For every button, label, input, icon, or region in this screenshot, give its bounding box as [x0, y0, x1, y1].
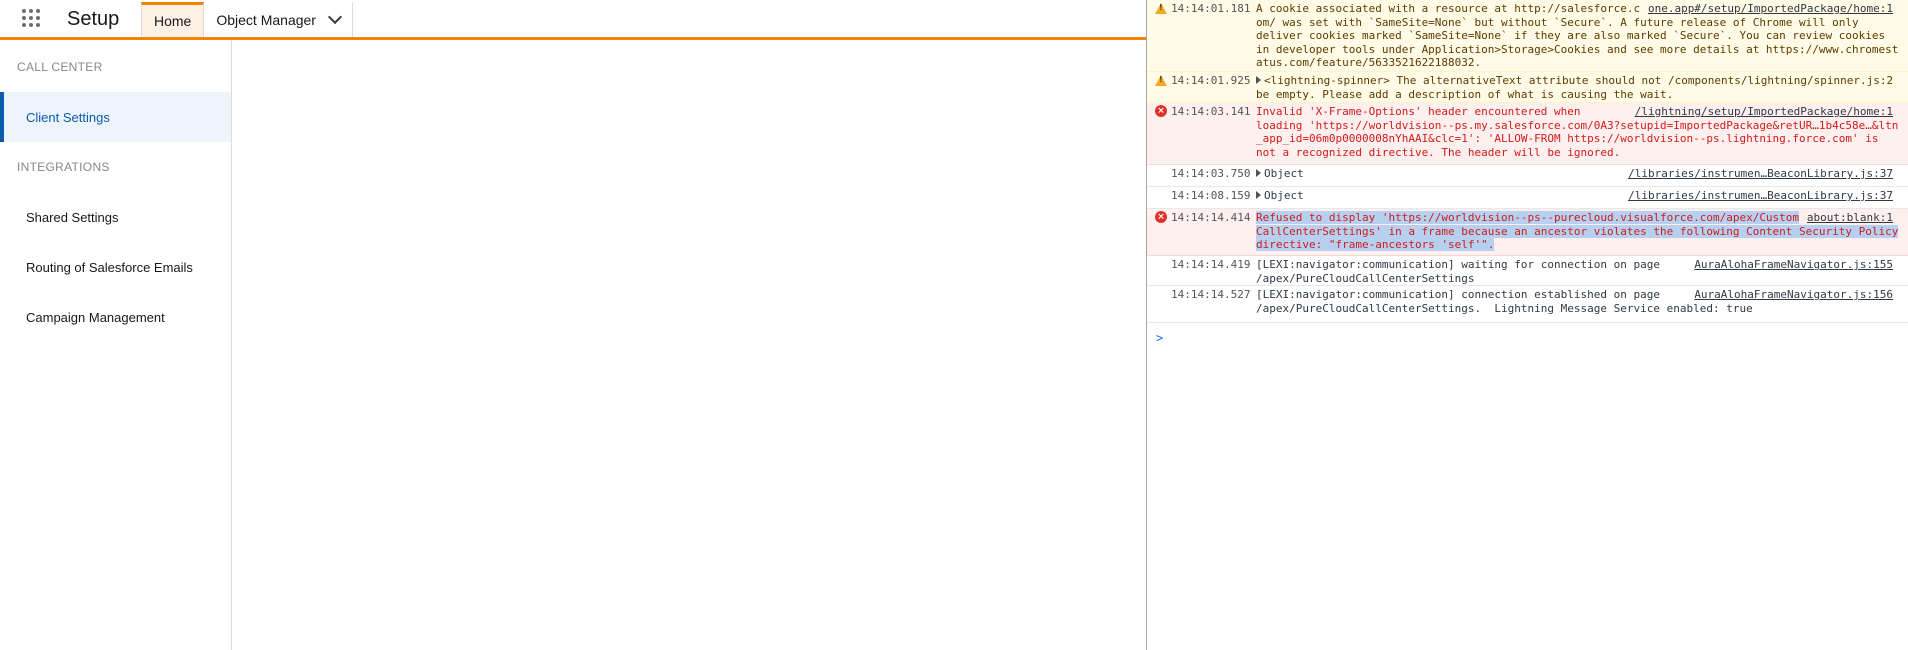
console-message-text: [LEXI:navigator:communication] waiting f…: [1256, 258, 1904, 285]
sidebar-item-routing-salesforce-emails[interactable]: Routing of Salesforce Emails: [0, 242, 231, 292]
sidebar-item-label: Shared Settings: [26, 209, 119, 225]
console-message-text: [LEXI:navigator:communication] connectio…: [1256, 288, 1904, 315]
chevron-down-icon[interactable]: [327, 9, 343, 24]
console-timestamp: 14:14:14.527: [1171, 288, 1251, 301]
section-integrations: INTEGRATIONS: [17, 160, 110, 174]
main-content: [232, 40, 1146, 650]
console-message-text: Invalid 'X-Frame-Options' header encount…: [1256, 105, 1904, 159]
console-line: in developer tools under Application>Sto…: [1256, 42, 1899, 56]
sidebar-item-label: Campaign Management: [26, 309, 165, 325]
console-line: A cookie associated with a resource at h…: [1256, 2, 1641, 15]
console-line: loading 'https://worldvision--ps.my.sale…: [1256, 118, 1899, 132]
sidebar-item-shared-settings[interactable]: Shared Settings: [0, 192, 231, 242]
console-line: /apex/PureCloudCallCenterSettings. Light…: [1256, 301, 1753, 315]
warning-icon: [1155, 2, 1167, 14]
error-icon: ×: [1155, 105, 1167, 117]
console-message-warning[interactable]: 14:14:01.181 one.app#/setup/ImportedPack…: [1147, 0, 1908, 72]
console-message-info[interactable]: 14:14:14.419 AuraAlohaFrameNavigator.js:…: [1147, 256, 1908, 286]
warning-icon: [1155, 74, 1167, 86]
console-message-text: Object: [1256, 189, 1904, 203]
console-timestamp: 14:14:01.181: [1171, 2, 1251, 15]
tab-home[interactable]: Home: [141, 2, 205, 37]
section-call-center: CALL CENTER: [17, 60, 103, 74]
expand-triangle-icon[interactable]: [1256, 191, 1261, 199]
console-line: [LEXI:navigator:communication] connectio…: [1256, 288, 1660, 301]
sidebar-item-label: Routing of Salesforce Emails: [26, 259, 193, 275]
sidebar-item-label: Client Settings: [26, 109, 110, 125]
console-timestamp: 14:14:14.419: [1171, 258, 1251, 271]
sidebar-item-campaign-management[interactable]: Campaign Management: [0, 292, 231, 342]
console-line: deliver cookies marked `SameSite=None` i…: [1256, 29, 1886, 43]
console-line: not a recognized directive. The header w…: [1256, 145, 1621, 159]
console-message-text: Object: [1256, 167, 1904, 181]
setup-sidebar: CALL CENTER Client Settings INTEGRATIONS…: [0, 40, 232, 650]
devtools-console: 14:14:01.181 one.app#/setup/ImportedPack…: [1146, 0, 1908, 650]
expand-triangle-icon[interactable]: [1256, 169, 1261, 177]
console-line: om/ was set with `SameSite=None` but wit…: [1256, 15, 1859, 29]
console-timestamp: 14:14:01.925: [1171, 74, 1251, 87]
console-line: directive: "frame-ancestors 'self'".: [1256, 238, 1495, 252]
setup-app: Setup Home Object Manager CALL CENTER Cl…: [0, 0, 1146, 650]
console-prompt[interactable]: >: [1156, 331, 1163, 345]
console-message-text: <lightning-spinner> The alternativeText …: [1256, 74, 1904, 101]
console-line: Invalid 'X-Frame-Options' header encount…: [1256, 105, 1581, 118]
console-message-text: A cookie associated with a resource at h…: [1256, 2, 1904, 70]
console-line: be empty. Please add a description of wh…: [1256, 87, 1674, 101]
console-timestamp: 14:14:03.750: [1171, 167, 1251, 180]
console-message-error[interactable]: × 14:14:03.141 /lightning/setup/Imported…: [1147, 103, 1908, 165]
expand-triangle-icon[interactable]: [1256, 76, 1261, 84]
console-line: _app_id=06m0p0000008nYhAAI&clc=1': 'ALLO…: [1256, 132, 1879, 146]
console-line: [LEXI:navigator:communication] waiting f…: [1256, 258, 1660, 271]
console-timestamp: 14:14:03.141: [1171, 105, 1251, 118]
console-timestamp: 14:14:08.159: [1171, 189, 1251, 202]
console-line: atus.com/feature/5633521622188032.: [1256, 56, 1482, 70]
console-message-info[interactable]: 14:14:03.750 /libraries/instrumen…Beacon…: [1147, 165, 1908, 187]
error-icon: ×: [1155, 211, 1167, 223]
tab-object-manager[interactable]: Object Manager: [204, 2, 353, 37]
console-line: <lightning-spinner> The alternativeText …: [1264, 74, 1894, 87]
console-line: /apex/PureCloudCallCenterSettings: [1256, 271, 1475, 285]
global-header: Setup Home Object Manager: [0, 0, 1146, 40]
console-line: Refused to display 'https://worldvision-…: [1256, 211, 1800, 224]
console-message-info[interactable]: 14:14:14.527 AuraAlohaFrameNavigator.js:…: [1147, 286, 1908, 323]
tab-home-label: Home: [154, 13, 192, 29]
app-launcher-icon[interactable]: [22, 9, 44, 31]
console-object[interactable]: Object: [1264, 167, 1304, 180]
console-message-info[interactable]: 14:14:08.159 /libraries/instrumen…Beacon…: [1147, 187, 1908, 209]
console-message-text: Refused to display 'https://worldvision-…: [1256, 211, 1904, 252]
tab-object-manager-label: Object Manager: [216, 11, 316, 28]
console-line: CallCenterSettings' in a frame because a…: [1256, 224, 1899, 238]
console-timestamp: 14:14:14.414: [1171, 211, 1251, 224]
nav-tabs: Home Object Manager: [141, 2, 353, 37]
console-object[interactable]: Object: [1264, 189, 1304, 202]
console-message-error[interactable]: × 14:14:14.414 about:blank:1 Refused to …: [1147, 209, 1908, 256]
console-message-warning[interactable]: 14:14:01.925 <lightning-spinner> The alt…: [1147, 72, 1908, 103]
app-name: Setup: [67, 8, 120, 30]
sidebar-item-client-settings[interactable]: Client Settings: [0, 92, 231, 142]
